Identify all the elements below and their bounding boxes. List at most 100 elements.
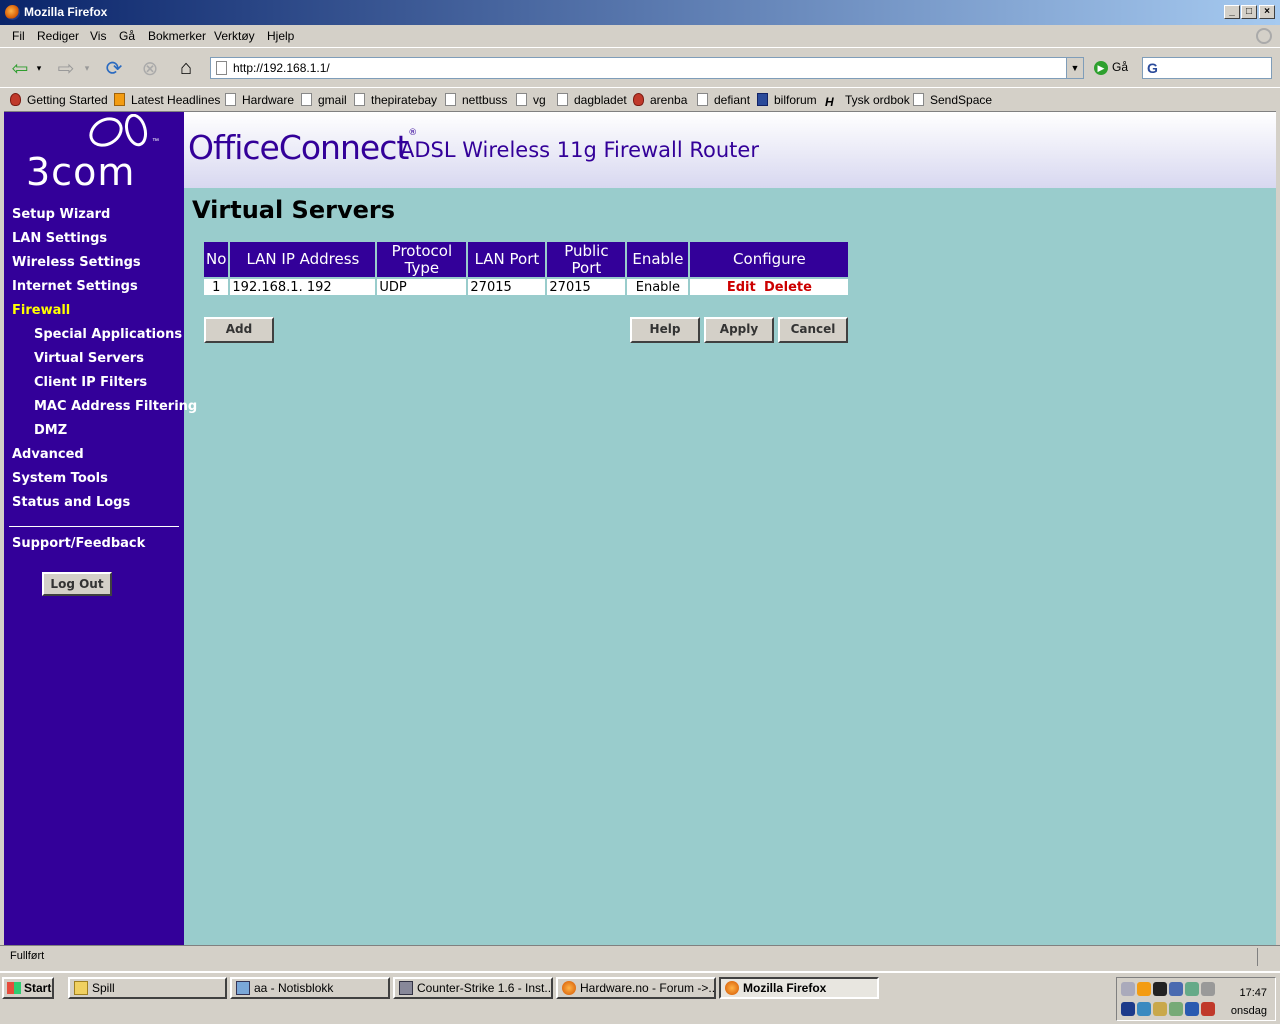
page-icon xyxy=(216,61,227,75)
menu-bookmarks[interactable]: Bokmerker xyxy=(148,29,206,43)
menu-view[interactable]: Vis xyxy=(90,29,106,43)
notepad-icon xyxy=(236,981,250,995)
menu-go[interactable]: Gå xyxy=(119,29,135,43)
go-icon: ▶ xyxy=(1094,60,1108,75)
task-mozilla-firefox[interactable]: Mozilla Firefox xyxy=(719,977,879,999)
cell-lan-port: 27015 xyxy=(468,279,546,295)
apply-button[interactable]: Apply xyxy=(704,317,774,343)
bookmark-sendspace[interactable]: SendSpace xyxy=(913,93,992,107)
header-lan-port: LAN Port xyxy=(468,242,546,277)
help-button[interactable]: Help xyxy=(630,317,700,343)
nav-firewall[interactable]: Firewall xyxy=(12,303,70,318)
steam-icon[interactable] xyxy=(1153,982,1167,996)
nav-client-ip-filters[interactable]: Client IP Filters xyxy=(34,375,147,390)
search-input[interactable] xyxy=(1167,60,1267,76)
taskbar: Start Spill aa - Notisblokk Counter-Stri… xyxy=(0,971,1280,1024)
bookmark-getting-started[interactable]: Getting Started xyxy=(10,93,108,107)
network-icon[interactable] xyxy=(1169,982,1183,996)
window-titlebar[interactable]: Mozilla Firefox _ □ × xyxy=(0,0,1280,25)
nav-support-feedback[interactable]: Support/Feedback xyxy=(12,536,145,551)
tray-app-icon[interactable] xyxy=(1169,1002,1183,1016)
back-dropdown-icon[interactable]: ▾ xyxy=(32,56,46,80)
bookmark-hardware[interactable]: Hardware xyxy=(225,93,294,107)
cell-lan-ip: 192.168.1. 192 xyxy=(230,279,376,295)
page-icon xyxy=(516,93,527,106)
bookmark-nettbuss[interactable]: nettbuss xyxy=(445,93,507,107)
task-spill[interactable]: Spill xyxy=(68,977,227,999)
antivirus-icon[interactable] xyxy=(1121,1002,1135,1016)
nav-virtual-servers[interactable]: Virtual Servers xyxy=(34,351,144,366)
forward-dropdown-icon[interactable]: ▾ xyxy=(80,56,94,80)
url-dropdown-icon[interactable]: ▼ xyxy=(1066,58,1083,78)
status-bar: Fullført xyxy=(0,945,1280,967)
system-tray: 17:47 onsdag xyxy=(1116,977,1276,1021)
close-button[interactable]: × xyxy=(1259,5,1275,19)
nav-lan-settings[interactable]: LAN Settings xyxy=(12,231,107,246)
bookmark-dagbladet[interactable]: dagbladet xyxy=(557,93,627,107)
google-icon[interactable]: G xyxy=(1147,60,1158,76)
menu-bar: Fil Rediger Vis Gå Bokmerker Verktøy Hje… xyxy=(0,25,1280,47)
volume-icon[interactable] xyxy=(1201,982,1215,996)
bookmark-tysk-ordbok[interactable]: H Tysk ordbok xyxy=(825,93,910,109)
reload-icon[interactable]: ⟳ xyxy=(102,56,126,80)
page-icon xyxy=(225,93,236,106)
user-icon[interactable] xyxy=(1121,982,1135,996)
page-icon xyxy=(557,93,568,106)
nav-dmz[interactable]: DMZ xyxy=(34,423,67,438)
tray-app-icon[interactable] xyxy=(1185,1002,1199,1016)
nav-mac-address-filtering[interactable]: MAC Address Filtering xyxy=(34,399,197,414)
nav-internet-settings[interactable]: Internet Settings xyxy=(12,279,138,294)
nav-system-tools[interactable]: System Tools xyxy=(12,471,108,486)
bookmark-bilforum[interactable]: bilforum xyxy=(757,93,817,107)
nav-wireless-settings[interactable]: Wireless Settings xyxy=(12,255,141,270)
header-no: No xyxy=(204,242,229,277)
bilforum-icon xyxy=(757,93,768,106)
bookmark-defiant[interactable]: defiant xyxy=(697,93,750,107)
tray-app-icon[interactable] xyxy=(1137,1002,1151,1016)
menu-file[interactable]: Fil xyxy=(12,29,25,43)
search-box[interactable]: G xyxy=(1142,57,1272,79)
bookmark-latest-headlines[interactable]: Latest Headlines xyxy=(114,93,220,107)
task-counter-strike[interactable]: Counter-Strike 1.6 - Inst... xyxy=(393,977,553,999)
minimize-button[interactable]: _ xyxy=(1224,5,1240,19)
tray-app-icon[interactable] xyxy=(1185,982,1199,996)
back-icon[interactable]: ⇦ xyxy=(8,56,32,80)
tray-app-icon[interactable] xyxy=(1153,1002,1167,1016)
task-notepad[interactable]: aa - Notisblokk xyxy=(230,977,390,999)
home-icon[interactable]: ⌂ xyxy=(174,56,198,80)
url-bar[interactable]: ▼ xyxy=(210,57,1084,79)
maximize-button[interactable]: □ xyxy=(1241,5,1257,19)
bookmark-arenba[interactable]: arenba xyxy=(633,93,687,107)
start-button[interactable]: Start xyxy=(2,977,54,999)
forward-icon[interactable]: ⇨ xyxy=(54,56,78,80)
shield-icon[interactable] xyxy=(1201,1002,1215,1016)
go-button[interactable]: ▶ Gå xyxy=(1094,60,1128,75)
stop-icon[interactable]: ⊗ xyxy=(138,56,162,80)
nav-setup-wizard[interactable]: Setup Wizard xyxy=(12,207,110,222)
bookmark-thepiratebay[interactable]: thepiratebay xyxy=(354,93,437,107)
clock[interactable]: 17:47 xyxy=(1239,987,1267,999)
3com-logo: 3com ™ xyxy=(26,112,166,194)
table-header-row: No LAN IP Address Protocol Type LAN Port… xyxy=(204,242,849,277)
bookmark-gmail[interactable]: gmail xyxy=(301,93,347,107)
add-button[interactable]: Add xyxy=(204,317,274,343)
delete-link[interactable]: Delete xyxy=(764,280,812,295)
cell-public-port: 27015 xyxy=(547,279,626,295)
logout-button[interactable]: Log Out xyxy=(42,572,112,596)
edit-link[interactable]: Edit xyxy=(727,280,756,295)
bookmark-vg[interactable]: vg xyxy=(516,93,546,107)
nav-advanced[interactable]: Advanced xyxy=(12,447,84,462)
nav-special-applications[interactable]: Special Applications xyxy=(34,327,182,342)
url-input[interactable] xyxy=(233,60,1063,76)
menu-edit[interactable]: Rediger xyxy=(37,29,79,43)
tray-app-icon[interactable] xyxy=(1137,982,1151,996)
cell-enable: Enable xyxy=(627,279,689,295)
header-enable: Enable xyxy=(627,242,689,277)
menu-tools[interactable]: Verktøy xyxy=(214,29,255,43)
status-separator xyxy=(1257,948,1258,966)
cancel-button[interactable]: Cancel xyxy=(778,317,848,343)
task-hardware-forum[interactable]: Hardware.no - Forum ->... xyxy=(556,977,716,999)
nav-status-and-logs[interactable]: Status and Logs xyxy=(12,495,130,510)
menu-help[interactable]: Hjelp xyxy=(267,29,294,43)
page-icon xyxy=(913,93,924,106)
